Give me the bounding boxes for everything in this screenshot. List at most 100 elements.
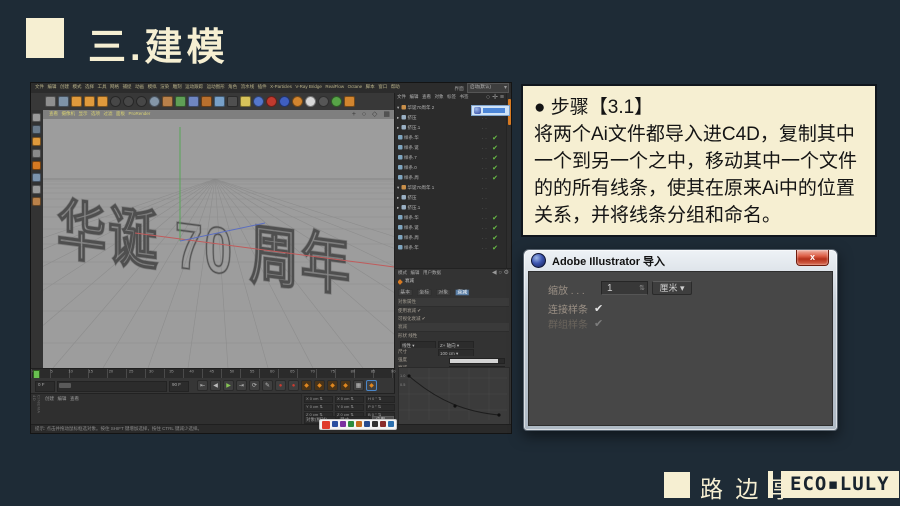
coordinate-field[interactable]: P 0 ° ⇅ [366, 404, 395, 411]
lock-icon[interactable] [318, 96, 329, 107]
menu-item[interactable]: 捕捉 [123, 84, 132, 89]
menu-item[interactable]: Octane [348, 84, 363, 89]
falloff-curve[interactable] [408, 375, 500, 416]
display-pill-icon[interactable] [305, 96, 316, 107]
viewport-menu-item[interactable]: 摄像机 [62, 111, 76, 116]
cube-primitive-icon[interactable] [188, 96, 199, 107]
expand-arrow-icon[interactable]: ▸ [397, 125, 401, 130]
ime-tool-icon[interactable] [388, 420, 394, 427]
viewport[interactable]: 查看摄像机显示选项过滤面板ProRender + ○ ◇ ▦ 透视视图 [43, 110, 394, 368]
key-pla-button[interactable]: ▦ [353, 380, 364, 391]
menu-item[interactable]: 网格 [110, 84, 119, 89]
coordinate-field[interactable]: X 0 cm ⇅ [335, 396, 364, 403]
layer-dots-icon[interactable]: · · [481, 224, 487, 234]
key-rotation-button[interactable]: ◆ [327, 380, 338, 391]
record-button[interactable]: ● [275, 380, 286, 391]
coordinate-field[interactable]: H 0 ° ⇅ [366, 396, 395, 403]
timeline-slider[interactable] [57, 381, 167, 392]
object-manager-menu-item[interactable]: 对象 [435, 94, 444, 99]
gear-green-icon[interactable] [331, 96, 342, 107]
expand-arrow-icon[interactable]: ▾ [397, 185, 401, 190]
scale-input[interactable]: 1 ⇅ [601, 281, 648, 295]
enabled-check-icon[interactable]: ✔ [492, 144, 498, 154]
move-tool-icon[interactable] [71, 96, 82, 107]
object-row[interactable]: 样条.7 · · ✔ [397, 154, 501, 164]
object-row[interactable]: ▾ 华诞70周年 1 · · [397, 184, 501, 194]
object-name[interactable]: 样条.周 [404, 175, 419, 180]
object-manager-menu-item[interactable]: 书签 [460, 94, 469, 99]
goto-end-button[interactable]: ⇥ [236, 380, 247, 391]
attribute-menu-item[interactable]: 用户数据 [423, 270, 441, 275]
material-menu-item[interactable]: 查看 [70, 396, 79, 401]
landscape-icon[interactable] [214, 96, 225, 107]
object-name[interactable]: 样条.华 [404, 215, 419, 220]
object-manager-menu-item[interactable]: 编辑 [410, 94, 419, 99]
ime-tool-icon[interactable] [372, 420, 378, 427]
object-name[interactable]: 样条.诞 [404, 145, 419, 150]
layer-dots-icon[interactable]: · · [481, 204, 487, 214]
rotate-tool-icon[interactable] [97, 96, 108, 107]
object-name[interactable]: 华诞70周年 2 [408, 105, 435, 110]
object-row[interactable]: 样条.华 · · ✔ [397, 134, 501, 144]
frame-end-field[interactable]: 90 F [169, 381, 189, 392]
camera-blue-icon[interactable] [279, 96, 290, 107]
group-splines-checkbox[interactable]: ✔ [594, 317, 603, 330]
layer-dots-icon[interactable]: · · [481, 214, 487, 224]
menu-item[interactable]: 文件 [35, 84, 44, 89]
coord-system-icon[interactable] [149, 96, 160, 107]
axis-x-icon[interactable] [110, 96, 121, 107]
object-manager-tool-icons[interactable]: ○ ✛ ≡ [486, 93, 504, 102]
viewport-menu-item[interactable]: 过滤 [104, 111, 113, 116]
snap-icon[interactable] [32, 197, 41, 206]
edges-mode-icon[interactable] [32, 161, 41, 170]
menu-item[interactable]: 创建 [60, 84, 69, 89]
menu-item[interactable]: 渲染 [160, 84, 169, 89]
object-name[interactable]: 样条.周 [404, 235, 419, 240]
layer-dots-icon[interactable]: · · [481, 144, 487, 154]
attribute-field[interactable]: 100 cm ▾ [438, 349, 474, 356]
object-row[interactable]: 样条.年 · · ✔ [397, 244, 501, 254]
material-menu-item[interactable]: 编辑 [58, 396, 67, 401]
record-button[interactable]: ● [288, 380, 299, 391]
viewport-canvas[interactable]: 华诞 70 周年 华诞 70 周年 [43, 119, 394, 368]
attribute-menu-item[interactable]: 模式 [398, 270, 407, 275]
expand-arrow-icon[interactable]: ▾ [397, 105, 401, 110]
polygons-mode-icon[interactable] [32, 173, 41, 182]
object-row[interactable]: 样条.诞 · · ✔ [397, 224, 501, 234]
interface-selector[interactable]: 界面 启动(默认) ▾ [451, 83, 509, 93]
render-view-icon[interactable] [162, 96, 173, 107]
object-manager-menu-item[interactable]: 标签 [447, 94, 456, 99]
menu-item[interactable]: 插件 [258, 84, 267, 89]
ime-tool-icon[interactable] [332, 420, 338, 427]
enable-axis-icon[interactable] [32, 185, 41, 194]
sogou-logo-icon[interactable] [322, 420, 330, 429]
attribute-tool-icons[interactable]: ◀ ○ ⚙ [492, 269, 509, 277]
menu-item[interactable]: 运动图形 [207, 84, 225, 89]
workplane-icon[interactable] [32, 137, 41, 146]
enabled-check-icon[interactable]: ✔ [492, 154, 498, 164]
input-method-bar[interactable] [319, 419, 397, 430]
render-settings-icon[interactable] [175, 96, 186, 107]
ime-tool-icon[interactable] [348, 420, 354, 427]
coordinate-field[interactable]: Y 0 cm ⇅ [304, 404, 333, 411]
ring-orange-icon[interactable] [292, 96, 303, 107]
object-name[interactable]: 样条.诞 [404, 225, 419, 230]
unit-dropdown[interactable]: 厘米 ▾ [652, 281, 692, 295]
close-button[interactable]: x [796, 250, 829, 266]
undo-icon[interactable] [45, 96, 56, 107]
connect-splines-checkbox[interactable]: ✔ [594, 302, 603, 315]
enabled-check-icon[interactable]: ✔ [492, 234, 498, 244]
attribute-tab[interactable]: 衰减 [455, 289, 470, 296]
attribute-tab[interactable]: 坐标 [417, 289, 432, 296]
menu-item[interactable]: 模拟 [148, 84, 157, 89]
attribute-row[interactable]: 可视化衰减 ✔ [398, 315, 509, 323]
object-name[interactable]: 挤压 [408, 115, 417, 120]
key-scale-button[interactable]: ◆ [314, 380, 325, 391]
key-position-button[interactable]: ◆ [301, 380, 312, 391]
menu-item[interactable]: 流水线 [241, 84, 255, 89]
ime-tool-icon[interactable] [340, 420, 346, 427]
ime-tool-icon[interactable] [364, 420, 370, 427]
layer-dots-icon[interactable]: · · [481, 134, 487, 144]
texture-mode-icon[interactable] [32, 125, 41, 134]
menu-item[interactable]: 动画 [135, 84, 144, 89]
